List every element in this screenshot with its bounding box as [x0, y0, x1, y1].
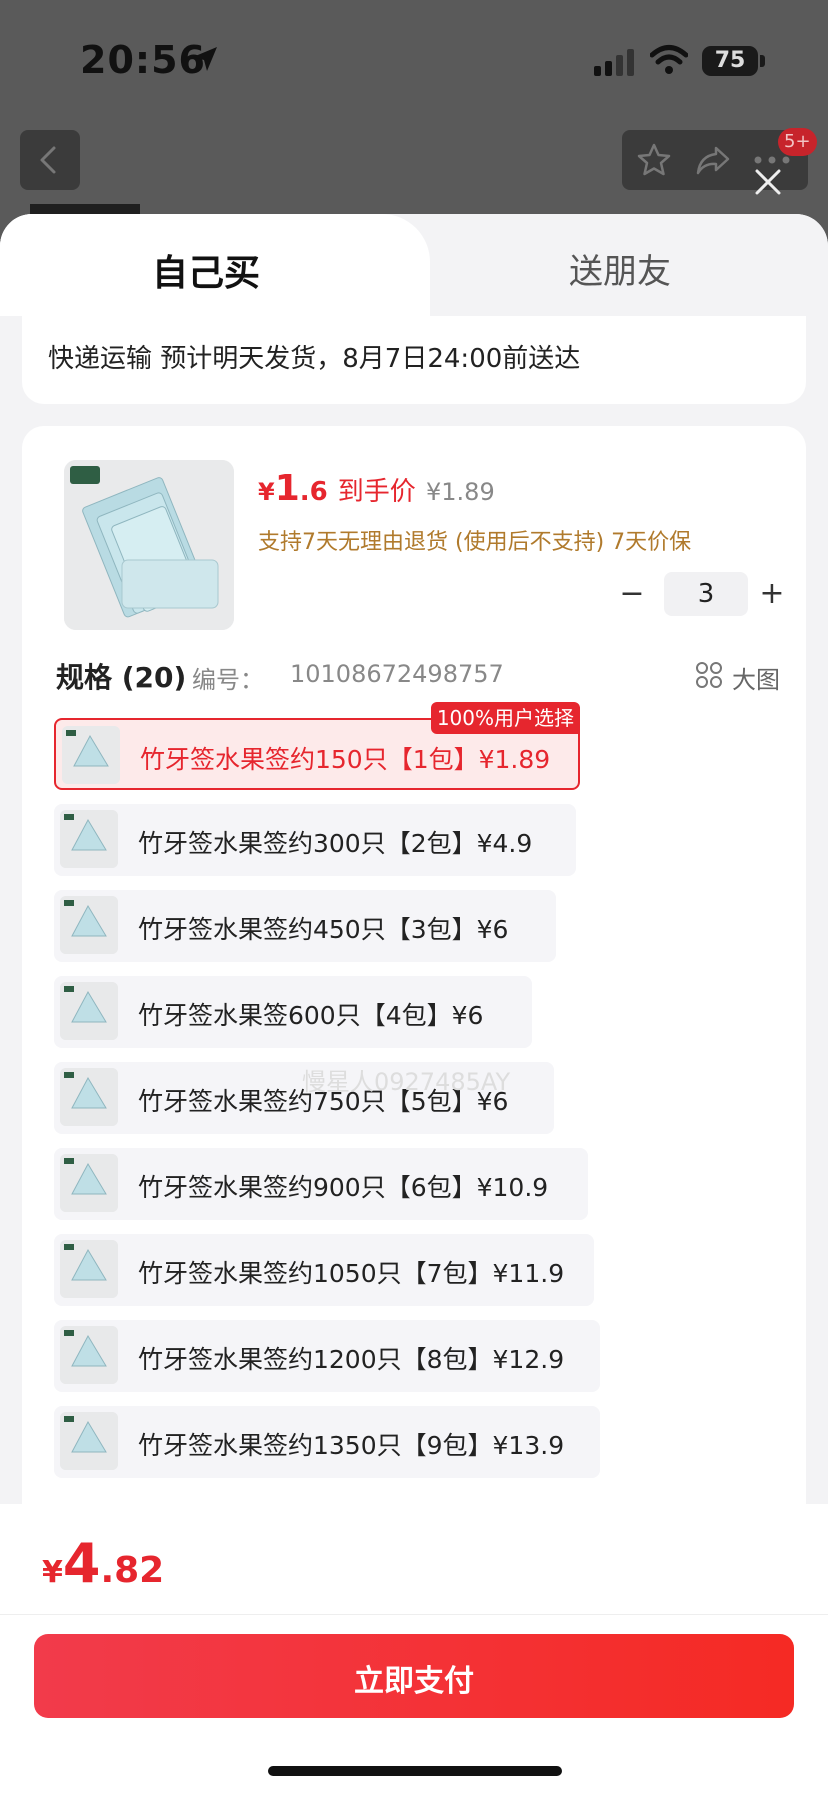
notification-badge: 5+: [778, 128, 817, 156]
purchase-sheet: 自己买 送朋友 快递运输 预计明天发货，8月7日24:00前送达 ¥1.6 到手价…: [0, 214, 828, 1796]
spec-option-label: 竹牙签水果签约900只【6包】¥10.9: [138, 1173, 549, 1202]
service-guarantee: 支持7天无理由退货 (使用后不支持) 7天价保: [258, 530, 692, 555]
spec-option-image: [60, 1240, 118, 1298]
quantity-stepper: − 3 +: [612, 572, 792, 616]
star-icon[interactable]: [636, 142, 672, 178]
spec-option-image: [60, 1068, 118, 1126]
delivery-info: 快递运输 预计明天发货，8月7日24:00前送达: [22, 316, 806, 404]
spec-option[interactable]: 竹牙签水果签约300只【2包】¥4.9: [54, 804, 576, 876]
share-icon[interactable]: [694, 142, 732, 178]
spec-option-label: 竹牙签水果签约1200只【8包】¥12.9: [138, 1345, 565, 1374]
increase-quantity-button[interactable]: +: [752, 572, 792, 616]
spec-option[interactable]: 竹牙签水果签约1350只【9包】¥13.9: [54, 1406, 600, 1478]
battery-icon: 75: [702, 46, 758, 76]
watermark: 慢星人0927485AY: [302, 1068, 511, 1096]
status-time: 20:56: [80, 38, 206, 82]
grid-icon: [696, 662, 722, 688]
big-image-button[interactable]: 大图: [694, 658, 804, 694]
total-price: ¥4.82: [42, 1532, 165, 1595]
back-button[interactable]: [20, 130, 80, 190]
spec-option-image: [60, 1326, 118, 1384]
popular-choice-badge: 100%用户选择: [430, 702, 580, 734]
spec-option-label: 竹牙签水果签约1350只【9包】¥13.9: [138, 1431, 565, 1460]
spec-option[interactable]: 竹牙签水果签约150只【1包】¥1.89 100%用户选择: [54, 702, 580, 790]
big-image-label: 大图: [732, 666, 780, 694]
tab-buy-for-self[interactable]: 自己买: [0, 214, 430, 316]
quantity-value[interactable]: 3: [664, 572, 748, 616]
spec-option[interactable]: 竹牙签水果签约1050只【7包】¥11.9: [54, 1234, 594, 1306]
spec-option-label: 竹牙签水果签约300只【2包】¥4.9: [138, 829, 533, 858]
spec-option[interactable]: 竹牙签水果签约900只【6包】¥10.9: [54, 1148, 588, 1220]
checkout-footer: ¥4.82 立即支付: [0, 1504, 828, 1796]
divider: [0, 1614, 828, 1615]
spec-option-label: 竹牙签水果签约450只【3包】¥6: [138, 915, 509, 944]
tab-buy-for-self-label: 自己买: [151, 253, 260, 294]
wifi-icon: [650, 45, 688, 74]
home-indicator[interactable]: [268, 1766, 562, 1776]
pay-now-button[interactable]: 立即支付: [34, 1634, 794, 1718]
product-image[interactable]: [64, 460, 234, 630]
spec-option-label: 竹牙签水果签约1050只【7包】¥11.9: [138, 1259, 565, 1288]
pay-now-label: 立即支付: [354, 1664, 474, 1699]
battery-level: 75: [714, 48, 746, 73]
battery-tip: [760, 55, 765, 67]
cellular-signal-icon: [594, 49, 634, 76]
spec-option-image: [60, 982, 118, 1040]
delivery-text: 快递运输 预计明天发货，8月7日24:00前送达: [48, 344, 581, 374]
chevron-left-icon: [40, 146, 56, 174]
spec-option-image: [60, 896, 118, 954]
more-icon[interactable]: [752, 154, 792, 166]
decrease-quantity-button[interactable]: −: [612, 572, 652, 616]
toothpick-pack-image: [64, 460, 234, 630]
tab-gift-friend[interactable]: 送朋友: [430, 244, 810, 293]
spec-option[interactable]: 竹牙签水果签约450只【3包】¥6: [54, 890, 556, 962]
spec-option-label: 竹牙签水果签约150只【1包】¥1.89: [140, 745, 551, 774]
spec-code: 10108672498757: [290, 660, 504, 688]
spec-title: 规格 (20): [56, 661, 187, 694]
final-price-tag: 到手价: [337, 477, 416, 507]
spec-option[interactable]: 竹牙签水果签600只【4包】¥6: [54, 976, 532, 1048]
spec-option-image: [60, 1154, 118, 1212]
spec-option-image: [60, 1412, 118, 1470]
status-bar: 20:56 75: [0, 0, 828, 120]
spec-code-label: 编号：: [192, 666, 264, 694]
location-arrow-icon: [193, 47, 217, 71]
spec-header: 规格 (20) 编号： 10108672498757 大图: [56, 656, 796, 696]
final-price: ¥1.6 到手价: [258, 468, 416, 509]
close-icon[interactable]: [752, 166, 784, 198]
tab-bar: 自己买 送朋友: [0, 214, 828, 316]
spec-option-image: [62, 726, 120, 784]
spec-option-image: [60, 810, 118, 868]
spec-option-label: 竹牙签水果签600只【4包】¥6: [138, 1001, 484, 1030]
spec-option[interactable]: 竹牙签水果签约1200只【8包】¥12.9: [54, 1320, 600, 1392]
original-price: ¥1.89: [426, 478, 495, 506]
